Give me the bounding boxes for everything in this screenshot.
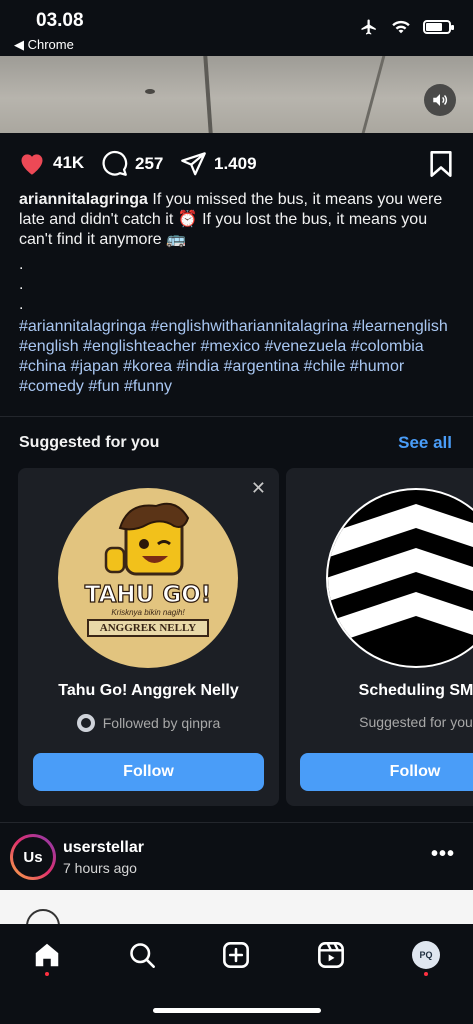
tab-home[interactable] <box>29 937 65 973</box>
post-author-avatar[interactable]: Us <box>10 834 56 880</box>
suggested-avatar[interactable]: TAHU GO! Krisknya bikin nagih! ANGGREK N… <box>58 488 238 668</box>
home-indicator[interactable] <box>153 1008 321 1013</box>
reels-icon <box>318 942 344 968</box>
status-bar: 03.08 ◀ Chrome <box>0 0 473 56</box>
send-icon <box>181 152 206 176</box>
pavement-crack <box>203 56 213 133</box>
status-icons <box>359 18 454 36</box>
logo-banner: ANGGREK NELLY <box>99 622 197 634</box>
post-media-preview[interactable] <box>0 890 473 924</box>
post-media[interactable] <box>0 56 473 133</box>
profile-notification-dot <box>424 972 428 976</box>
logo-tagline: Krisknya bikin nagih! <box>111 608 185 617</box>
home-icon <box>35 943 59 967</box>
tab-create[interactable] <box>218 937 254 973</box>
share-count: 1.409 <box>214 153 257 173</box>
plus-square-icon <box>223 942 249 968</box>
pavement-crack <box>361 56 386 133</box>
divider <box>0 416 473 417</box>
tab-reels[interactable] <box>313 937 349 973</box>
post-author-name[interactable]: userstellar <box>63 839 144 857</box>
caption-username[interactable]: ariannitalagringa <box>19 191 148 208</box>
comment-button[interactable]: 257 <box>101 150 163 177</box>
profile-avatar: PQ <box>412 941 440 969</box>
post-caption: ariannitalagringa If you missed the bus,… <box>19 190 459 250</box>
tab-search[interactable] <box>124 937 160 973</box>
caption-dot: . <box>19 276 24 293</box>
heart-icon <box>21 154 43 175</box>
hashtags[interactable]: #ariannitalagringa #englishwithariannita… <box>19 317 459 397</box>
search-icon <box>130 943 155 968</box>
scheduling-logo-icon <box>328 504 473 646</box>
suggested-subtitle: Suggested for you <box>359 714 473 730</box>
home-notification-dot <box>45 972 49 976</box>
suggested-name[interactable]: Scheduling SM <box>286 682 473 700</box>
caption-dot: . <box>19 296 24 313</box>
suggested-card[interactable]: ✕ TAHU GO! Krisknya bikin nagih! ANGGREK… <box>18 468 279 806</box>
post-actions: 41K 257 1.409 <box>0 138 473 188</box>
suggested-name[interactable]: Tahu Go! Anggrek Nelly <box>18 682 279 700</box>
suggested-card[interactable]: Scheduling SM Suggested for you Follow <box>286 468 473 806</box>
bookmark-icon <box>430 151 452 177</box>
reel-avatar-icon <box>26 909 60 924</box>
clock: 03.08 <box>36 10 84 31</box>
comment-count: 257 <box>135 153 164 173</box>
suggested-title: Suggested for you <box>19 434 160 451</box>
speaker-icon <box>433 94 448 106</box>
mute-button[interactable] <box>424 84 456 116</box>
airplane-icon <box>361 19 376 35</box>
more-options-button[interactable]: ••• <box>431 843 455 866</box>
suggested-subtitle: Followed by qinpra <box>18 714 279 732</box>
wifi-icon <box>392 20 410 34</box>
caption-dot: . <box>19 256 24 273</box>
post-timestamp: 7 hours ago <box>63 860 137 876</box>
pavement-spot <box>145 89 155 94</box>
comment-icon <box>102 150 128 176</box>
save-button[interactable] <box>429 150 453 183</box>
share-button[interactable]: 1.409 <box>180 150 257 177</box>
logo-title: TAHU GO! <box>84 581 212 608</box>
follow-button[interactable]: Follow <box>33 753 264 791</box>
divider <box>0 822 473 823</box>
tahu-go-logo-icon <box>87 502 209 637</box>
follow-button[interactable]: Follow <box>300 753 473 791</box>
close-icon[interactable]: ✕ <box>251 478 266 499</box>
back-to-chrome-link[interactable]: ◀ Chrome <box>14 37 74 53</box>
tab-profile[interactable]: PQ <box>408 937 444 973</box>
like-button[interactable]: 41K <box>18 150 84 176</box>
suggested-avatar[interactable] <box>326 488 473 668</box>
battery-icon <box>423 20 454 34</box>
see-all-link[interactable]: See all <box>398 433 452 453</box>
like-count: 41K <box>53 153 85 172</box>
follower-avatar-icon <box>76 714 95 732</box>
